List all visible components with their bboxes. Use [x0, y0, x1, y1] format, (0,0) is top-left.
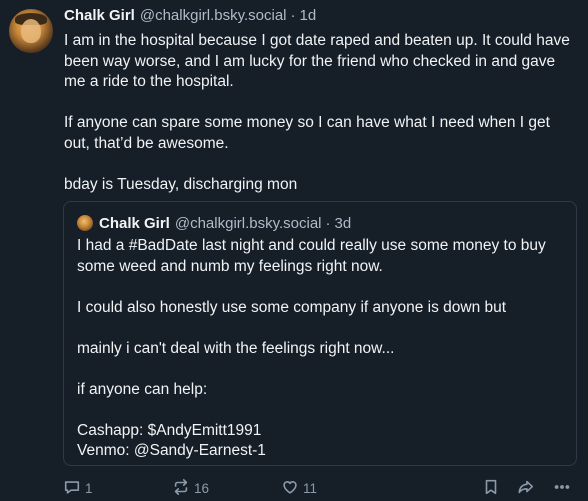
avatar-face — [21, 19, 41, 43]
repost-count: 16 — [194, 480, 210, 496]
bookmark-icon — [482, 478, 500, 499]
header-separator: · — [290, 7, 296, 24]
quote-paragraph: I could also honestly use some company i… — [77, 298, 507, 316]
reply-icon — [63, 478, 81, 499]
post-paragraph: I am in the hospital because I got date … — [64, 32, 570, 90]
post-paragraph: If anyone can spare some money so I can … — [64, 114, 550, 152]
quote-author-name: Chalk Girl — [99, 214, 170, 232]
share-button[interactable] — [517, 478, 535, 498]
quote-author-handle: @chalkgirl.bsky.social — [174, 214, 322, 232]
like-count: 11 — [303, 480, 318, 496]
post-text: I am in the hospital because I got date … — [64, 31, 576, 195]
quote-paragraph: Venmo: @Sandy-Earnest-1 — [77, 442, 266, 459]
action-bar: 1 16 11 — [63, 478, 575, 498]
quote-paragraph: mainly i can't deal with the feelings ri… — [77, 339, 395, 357]
repost-button[interactable]: 16 — [172, 478, 209, 498]
quote-paragraph: if anyone can help: — [77, 380, 208, 398]
author-avatar[interactable] — [9, 9, 53, 53]
quote-paragraph: Cashapp: $AndyEmitt1991 — [77, 421, 262, 439]
author-name[interactable]: Chalk Girl — [64, 7, 135, 24]
reply-count: 1 — [85, 480, 93, 496]
quote-text: I had a #BadDate last night and could re… — [77, 236, 567, 462]
like-icon — [281, 478, 299, 499]
repost-icon — [172, 478, 190, 499]
quote-time: 3d — [334, 214, 352, 232]
more-icon — [553, 478, 571, 499]
quote-paragraph: I had a #BadDate last night and could re… — [77, 237, 546, 275]
quote-header: Chalk Girl @chalkgirl.bsky.social · 3d — [77, 213, 351, 233]
reply-button[interactable]: 1 — [63, 478, 93, 498]
quote-separator: · — [325, 214, 331, 232]
post-paragraph: bday is Tuesday, discharging mon — [64, 175, 298, 193]
quoted-post[interactable]: Chalk Girl @chalkgirl.bsky.social · 3d I… — [63, 201, 577, 466]
quote-avatar — [77, 215, 93, 231]
more-button[interactable] — [553, 478, 571, 498]
like-button[interactable]: 11 — [281, 478, 317, 498]
share-icon — [517, 478, 535, 499]
post[interactable]: Chalk Girl @chalkgirl.bsky.social · 1d I… — [0, 0, 588, 501]
bookmark-button[interactable] — [482, 478, 500, 498]
post-time[interactable]: 1d — [300, 7, 317, 24]
post-header: Chalk Girl @chalkgirl.bsky.social · 1d — [64, 7, 316, 29]
author-handle[interactable]: @chalkgirl.bsky.social — [140, 7, 287, 24]
